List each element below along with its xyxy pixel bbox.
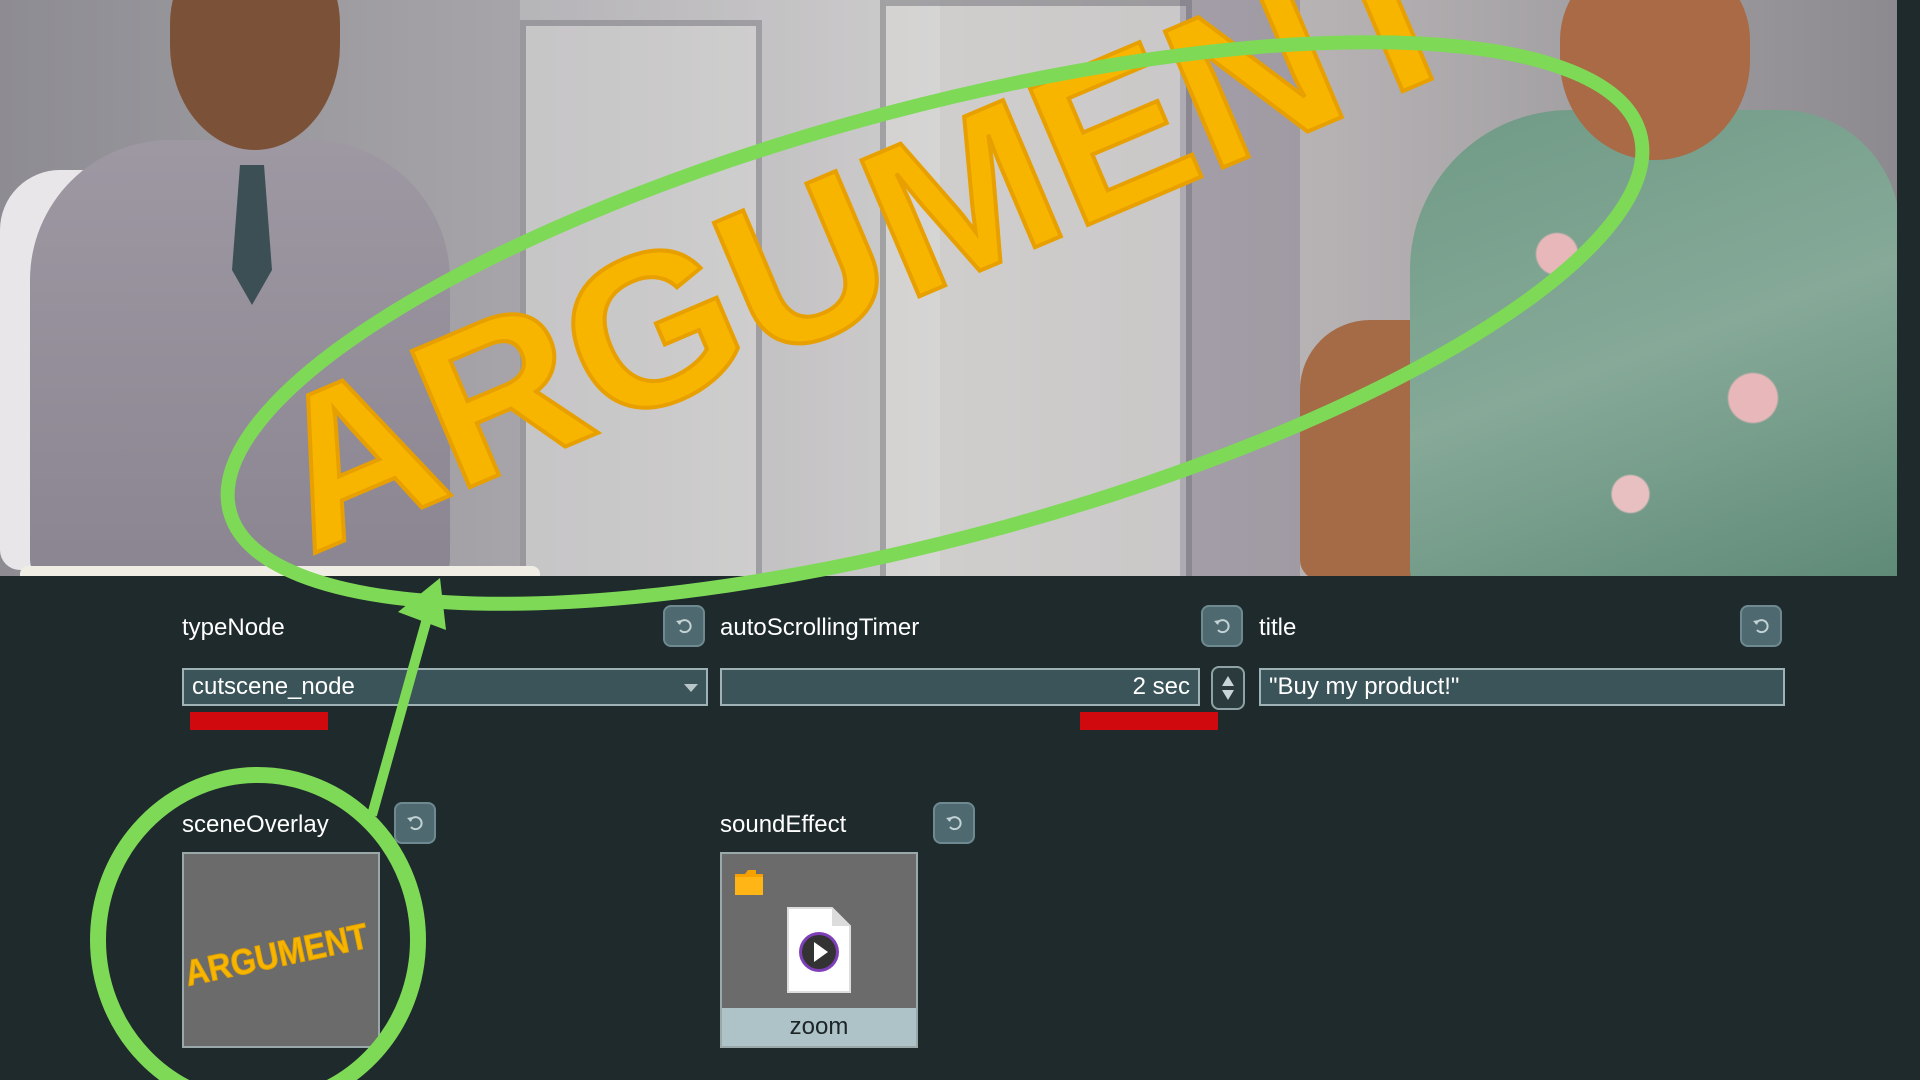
- audio-file-icon: [787, 907, 851, 993]
- spinner-down-arrow[interactable]: [1222, 690, 1234, 700]
- type-node-label: typeNode: [182, 614, 285, 641]
- scene-bottom-strip: [20, 566, 540, 576]
- scene-overlay-revert-button[interactable]: [394, 802, 436, 844]
- revert-icon: [1753, 619, 1769, 634]
- revert-icon: [676, 619, 692, 634]
- title-input[interactable]: "Buy my product!": [1259, 668, 1785, 706]
- scene-overlay-label: sceneOverlay: [182, 811, 329, 838]
- revert-icon: [1214, 619, 1230, 634]
- revert-icon: [407, 816, 423, 831]
- argument-banner: ARGUMENT: [232, 0, 1499, 576]
- error-underline: [190, 712, 328, 730]
- sound-effect-picker[interactable]: zoom: [720, 852, 918, 1048]
- sound-effect-label: soundEffect: [720, 811, 847, 838]
- title-value: "Buy my product!": [1269, 673, 1460, 700]
- type-node-value: cutscene_node: [192, 673, 355, 700]
- spinner-arrows-icon[interactable]: [1211, 666, 1245, 710]
- title-revert-button[interactable]: [1740, 605, 1782, 647]
- banner-text: ARGUMENT: [234, 0, 1497, 576]
- auto-scrolling-timer-value: 2 sec: [1132, 673, 1190, 700]
- spinner-up-arrow[interactable]: [1222, 676, 1234, 686]
- auto-scrolling-timer-input[interactable]: 2 sec: [720, 668, 1200, 706]
- folder-icon[interactable]: [734, 868, 764, 896]
- title-label: title: [1259, 614, 1297, 641]
- scene-overlay-thumbnail: ARGUMENT: [181, 915, 372, 995]
- type-node-dropdown[interactable]: cutscene_node: [182, 668, 708, 706]
- sound-effect-revert-button[interactable]: [933, 802, 975, 844]
- auto-scrolling-timer-revert-button[interactable]: [1201, 605, 1243, 647]
- scene-overlay-picker[interactable]: ARGUMENT: [181, 852, 380, 1048]
- error-underline: [1080, 712, 1218, 730]
- annotation-arrow-line: [367, 613, 433, 817]
- type-node-revert-button[interactable]: [663, 605, 705, 647]
- annotation-arrow-head: [398, 578, 446, 630]
- auto-scrolling-timer-label: autoScrollingTimer: [720, 614, 920, 641]
- chevron-down-icon: [684, 684, 698, 692]
- thumbnail-text: ARGUMENT: [184, 915, 372, 994]
- revert-icon: [946, 816, 962, 831]
- sound-effect-file-name: zoom: [722, 1008, 916, 1046]
- scene-preview: ARGUMENT: [0, 0, 1897, 576]
